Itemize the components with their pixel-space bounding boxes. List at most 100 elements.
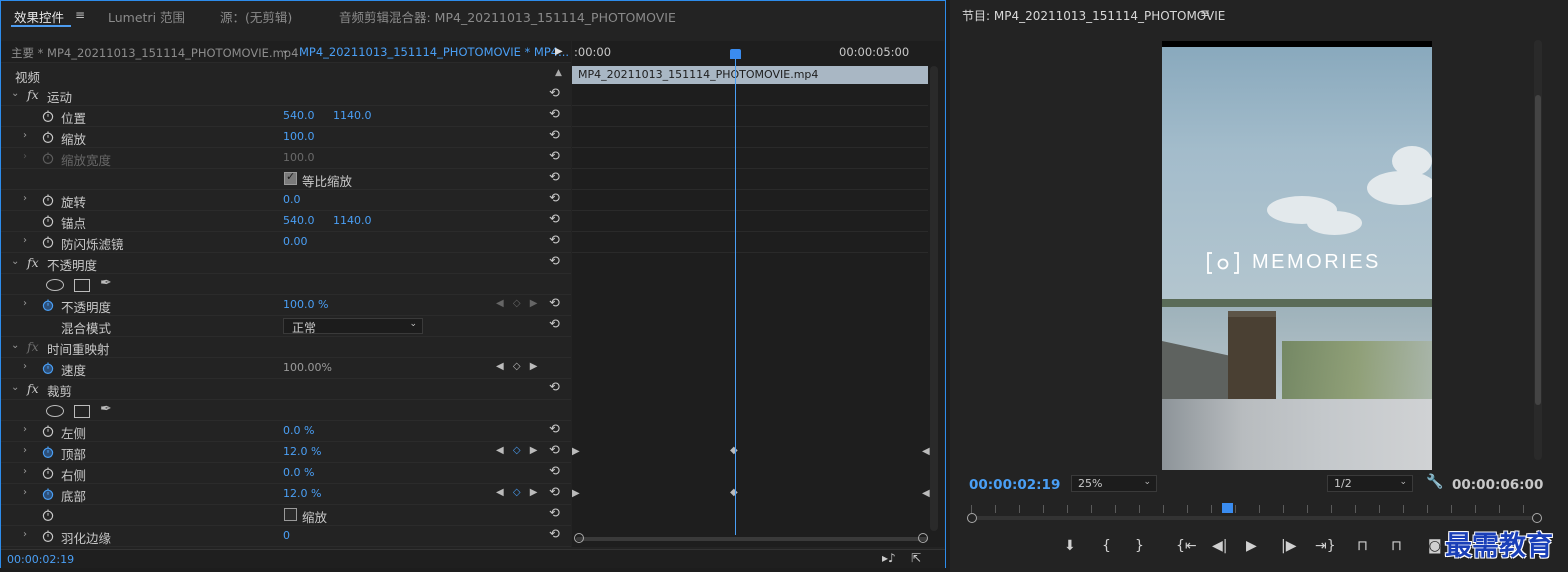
horizontal-scrollbar[interactable] (576, 537, 928, 541)
program-time-ruler[interactable] (967, 503, 1542, 523)
reset-icon[interactable]: ⟲ (549, 107, 560, 122)
step-back-icon[interactable]: ◀| (1212, 538, 1227, 554)
playhead-handle[interactable] (1222, 503, 1233, 513)
chevron-down-icon[interactable]: ⌄ (11, 88, 19, 99)
reset-icon[interactable]: ⟲ (549, 296, 560, 311)
blend-mode-select[interactable]: 正常 ⌄ (283, 318, 423, 335)
clip-source-label[interactable]: MP4_20211013_151114_PHOTOMOVIE * MP4... (299, 45, 569, 59)
speed-value[interactable]: 100.00% (283, 361, 332, 374)
crop-left-value[interactable]: 0.0 % (283, 424, 314, 437)
group-motion[interactable]: ⌄ fx 运动 ⟲ (1, 85, 571, 106)
rotation-value[interactable]: 0.0 (283, 193, 301, 206)
go-to-in-icon[interactable]: {⇤ (1176, 538, 1197, 554)
scale-value[interactable]: 100.0 (283, 130, 315, 143)
reset-icon[interactable]: ⟲ (549, 191, 560, 206)
pen-mask-icon[interactable]: ✒ (100, 401, 112, 417)
crop-bottom-value[interactable]: 12.0 % (283, 487, 321, 500)
chevron-down-icon[interactable]: ⌄ (11, 340, 19, 351)
clip-bar[interactable]: MP4_20211013_151114_PHOTOMOVIE.mp4 (572, 66, 928, 84)
lift-icon[interactable]: ⊓ (1357, 538, 1368, 554)
anchor-x-value[interactable]: 540.0 (283, 214, 315, 227)
collapse-up-icon[interactable]: ▲ (555, 68, 562, 78)
feather-value[interactable]: 0 (283, 529, 290, 542)
tab-menu-icon[interactable]: ≡ (75, 8, 85, 22)
chevron-right-icon[interactable]: › (23, 424, 27, 435)
chevron-right-icon[interactable]: › (23, 529, 27, 540)
playback-resolution-select[interactable]: 1/2 ⌄ (1327, 475, 1413, 492)
anchor-y-value[interactable]: 1140.0 (333, 214, 372, 227)
chevron-down-icon[interactable]: ⌄ (281, 45, 289, 56)
rectangle-mask-icon[interactable] (74, 405, 90, 418)
reset-icon[interactable]: ⟲ (549, 464, 560, 479)
zoom-knob-right[interactable] (1532, 513, 1542, 523)
play-audio-only-icon[interactable]: ▸♪ (882, 551, 896, 565)
reset-icon[interactable]: ⟲ (549, 212, 560, 227)
fx-icon[interactable]: fx (27, 381, 39, 396)
crop-zoom-checkbox[interactable] (284, 508, 297, 521)
panel-menu-icon[interactable]: ≡ (1200, 6, 1210, 20)
vertical-scrollbar[interactable] (930, 66, 938, 531)
zoom-level-select[interactable]: 25% ⌄ (1071, 475, 1157, 492)
ellipse-mask-icon[interactable] (46, 279, 64, 291)
keyframe-navigator[interactable]: ◀ ◇ ▶ (496, 298, 540, 309)
add-marker-icon[interactable]: ⬇ (1064, 538, 1076, 554)
crop-right-value[interactable]: 0.0 % (283, 466, 314, 479)
chevron-right-icon[interactable]: › (23, 361, 27, 372)
wrench-icon[interactable]: 🔧 (1426, 474, 1443, 490)
ellipse-mask-icon[interactable] (46, 405, 64, 417)
zoom-knob-right[interactable] (918, 533, 928, 543)
chevron-right-icon[interactable]: › (23, 298, 27, 309)
program-current-time[interactable]: 00:00:02:19 (969, 477, 1060, 493)
reset-icon[interactable]: ⟲ (549, 317, 560, 332)
go-to-out-icon[interactable]: ⇥} (1315, 538, 1336, 554)
rectangle-mask-icon[interactable] (74, 279, 90, 292)
chevron-right-icon[interactable]: › (23, 193, 27, 204)
reset-icon[interactable]: ⟲ (549, 149, 560, 164)
stopwatch-icon[interactable] (42, 215, 54, 227)
reset-icon[interactable]: ⟲ (549, 443, 560, 458)
stopwatch-active-icon[interactable] (42, 299, 54, 311)
play-triangle-icon[interactable]: ▶ (555, 46, 563, 57)
camera-icon[interactable]: ◙ (1428, 538, 1442, 554)
stopwatch-active-icon[interactable] (42, 362, 54, 374)
play-icon[interactable]: ▶ (1246, 538, 1257, 554)
export-icon[interactable]: ⇱ (911, 551, 921, 565)
fx-icon[interactable]: fx (27, 87, 39, 102)
mark-out-icon[interactable]: } (1135, 538, 1144, 554)
current-timecode[interactable]: 00:00:02:19 (7, 553, 74, 566)
position-y-value[interactable]: 1140.0 (333, 109, 372, 122)
tab-source[interactable]: 源：(无剪辑) (220, 7, 292, 26)
reset-icon[interactable]: ⟲ (549, 422, 560, 437)
master-source-label[interactable]: 主要 * MP4_20211013_151114_PHOTOMOVIE.mp4 (11, 45, 298, 61)
program-video-frame[interactable]: MEMORIES (1162, 41, 1432, 470)
reset-icon[interactable]: ⟲ (549, 485, 560, 500)
reset-icon[interactable]: ⟲ (549, 380, 560, 395)
crop-top-value[interactable]: 12.0 % (283, 445, 321, 458)
reset-icon[interactable]: ⟲ (549, 170, 560, 185)
reset-icon[interactable]: ⟲ (549, 86, 560, 101)
reset-icon[interactable]: ⟲ (549, 506, 560, 521)
chevron-right-icon[interactable]: › (23, 445, 27, 456)
chevron-down-icon[interactable]: ⌄ (11, 256, 19, 267)
stopwatch-icon[interactable] (42, 194, 54, 206)
stopwatch-active-icon[interactable] (42, 446, 54, 458)
tab-lumetri-scopes[interactable]: Lumetri 范围 (108, 7, 185, 26)
playhead-handle[interactable] (730, 49, 741, 59)
reset-icon[interactable]: ⟲ (549, 233, 560, 248)
stopwatch-icon[interactable] (42, 467, 54, 479)
group-opacity[interactable]: ⌄ fx 不透明度 ⟲ (1, 253, 571, 274)
step-forward-icon[interactable]: |▶ (1281, 538, 1296, 554)
group-crop[interactable]: ⌄ fx 裁剪 ⟲ (1, 379, 571, 400)
keyframe-navigator[interactable]: ◀ ◇ ▶ (496, 487, 540, 498)
zoom-scroll-bar[interactable] (971, 516, 1536, 520)
mark-in-icon[interactable]: { (1102, 538, 1111, 554)
stopwatch-icon[interactable] (42, 236, 54, 248)
fx-icon[interactable]: fx (27, 255, 39, 270)
stopwatch-icon[interactable] (42, 110, 54, 122)
chevron-right-icon[interactable]: › (23, 487, 27, 498)
keyframe-diamond[interactable]: ◆ (730, 487, 738, 498)
extract-icon[interactable]: ⊓ (1391, 538, 1402, 554)
program-monitor-title[interactable]: 节目: MP4_20211013_151114_PHOTOMOVIE (962, 7, 1225, 24)
keyframe-navigator[interactable]: ◀ ◇ ▶ (496, 445, 540, 456)
anti-flicker-value[interactable]: 0.00 (283, 235, 308, 248)
